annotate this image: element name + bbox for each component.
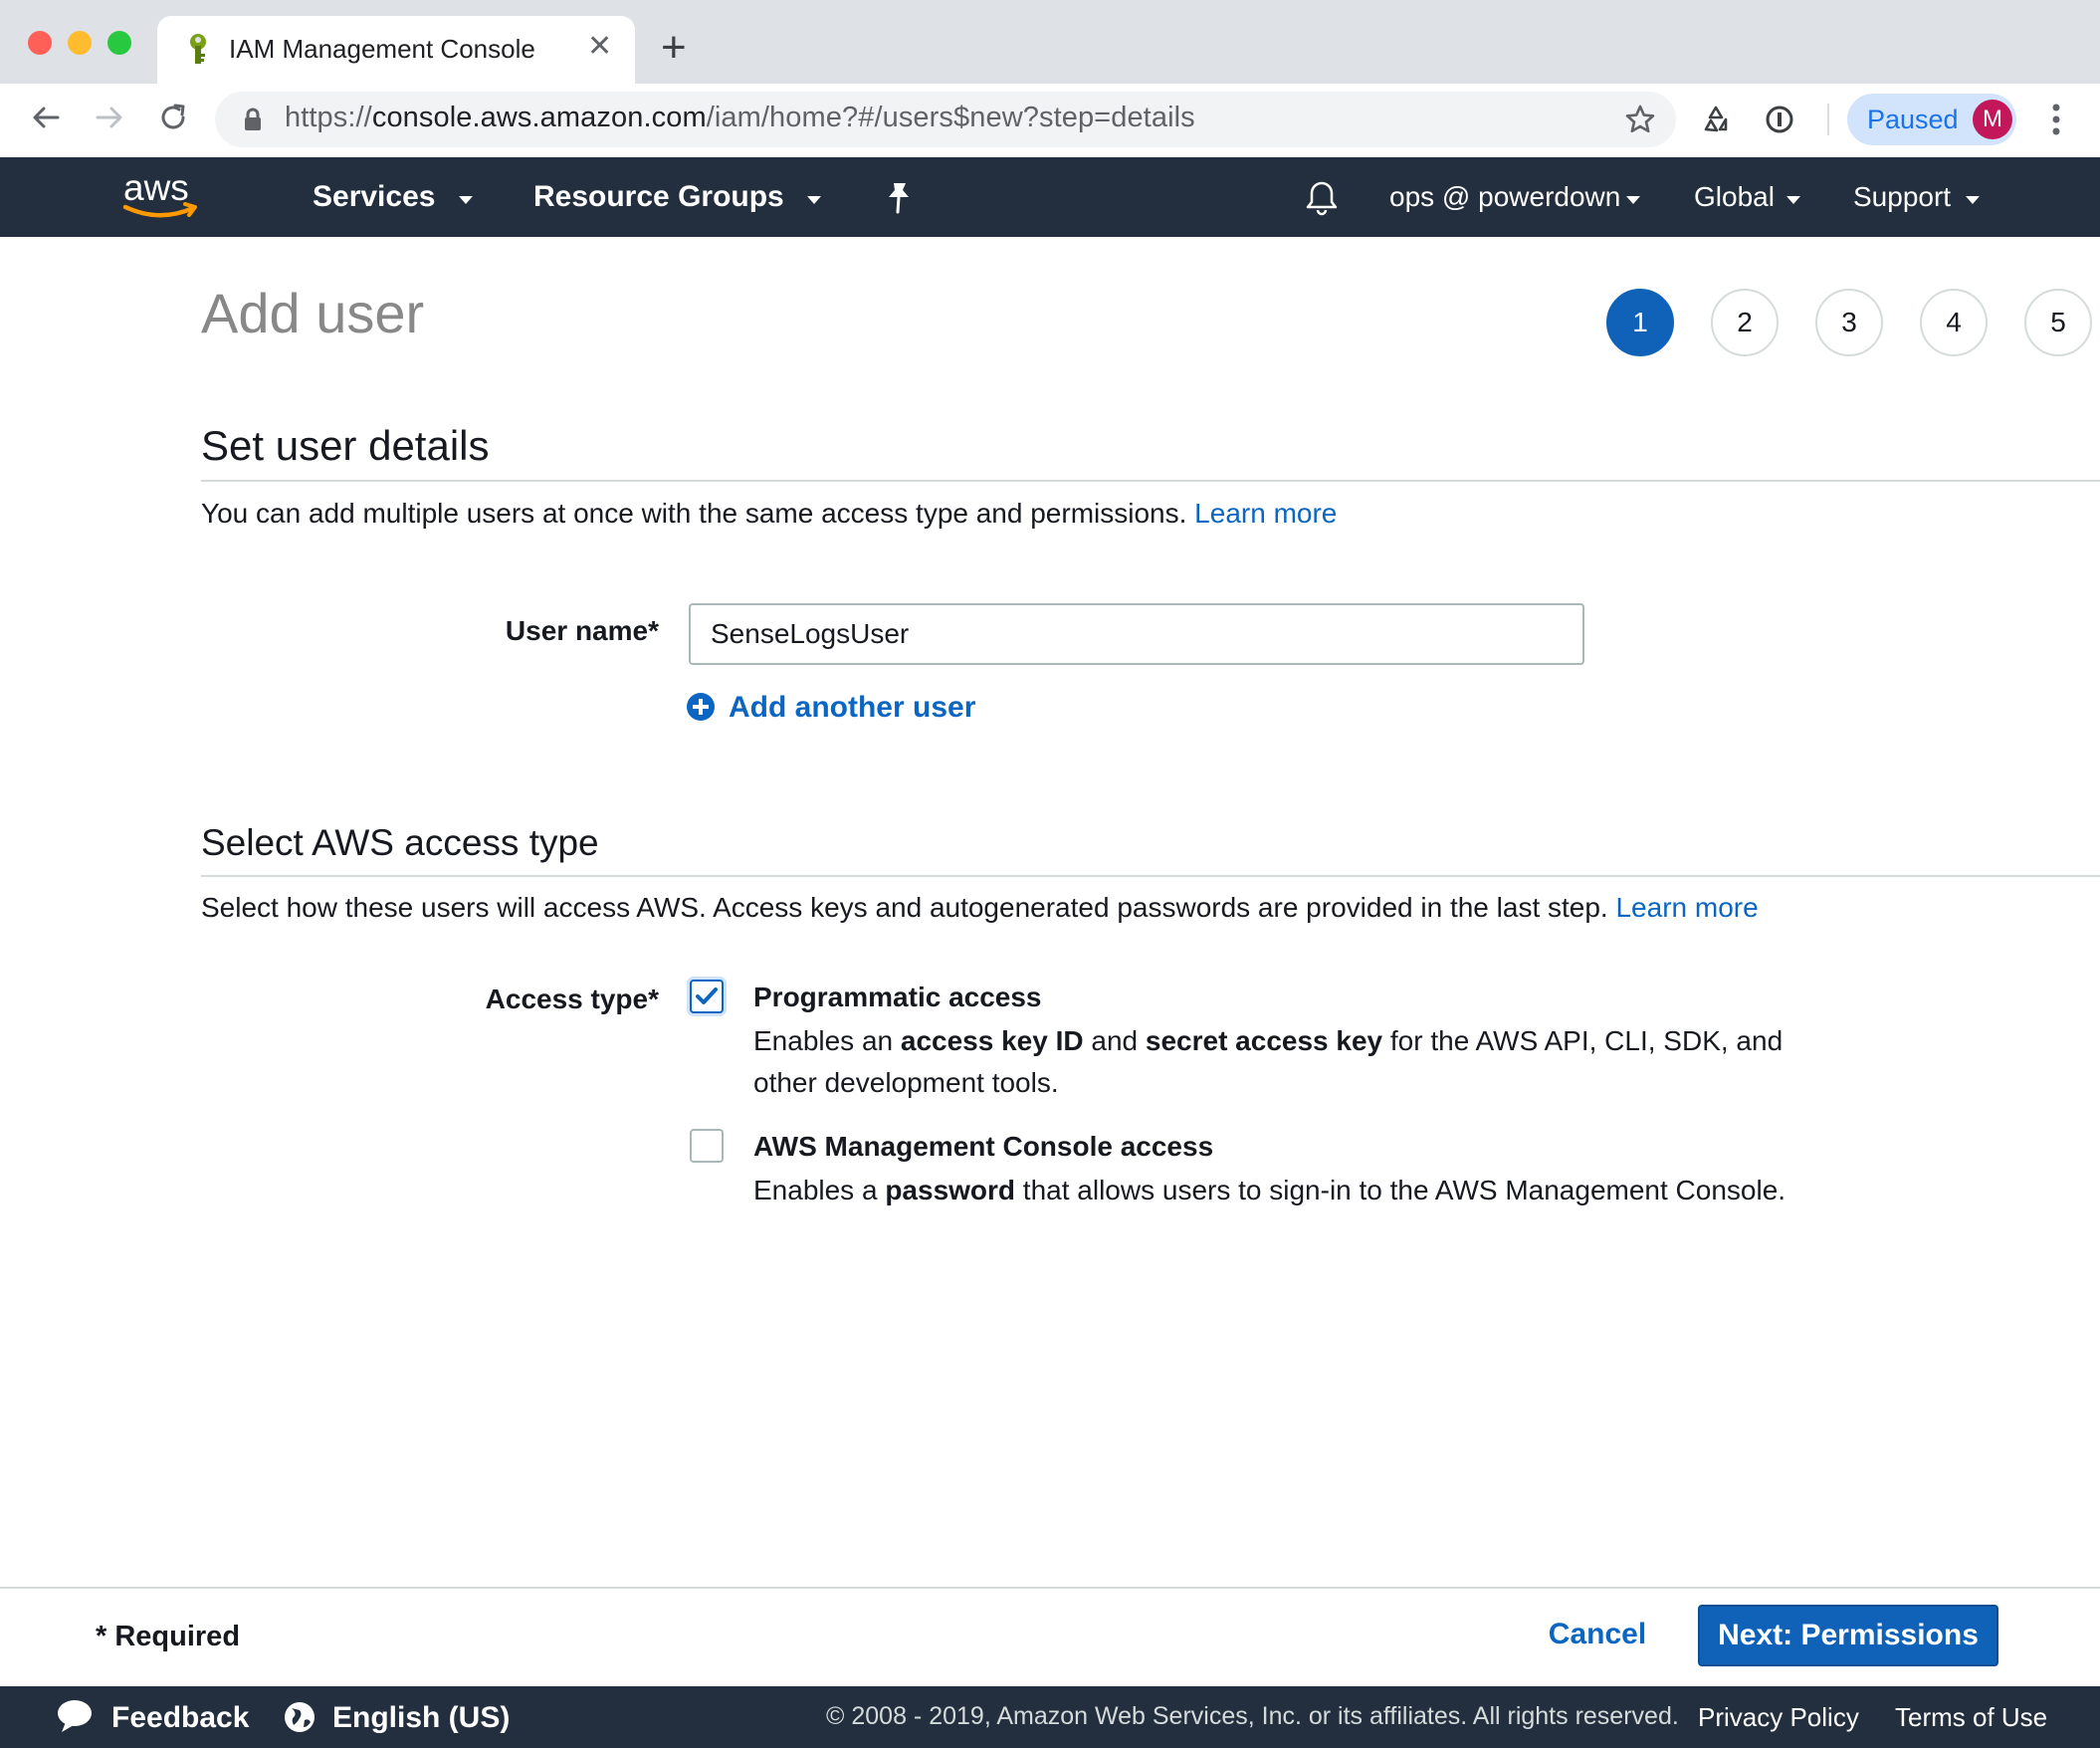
wizard-step-4[interactable]: 4 xyxy=(1920,289,1988,356)
section-divider xyxy=(201,875,2100,877)
wizard-step-3[interactable]: 3 xyxy=(1815,289,1883,356)
section-heading-user-details: Set user details xyxy=(201,422,490,469)
wizard-step-1[interactable]: 1 xyxy=(1606,289,1674,356)
window-close-button[interactable] xyxy=(28,31,52,55)
url-host: console.aws.amazon.com xyxy=(371,102,707,133)
console-access-checkbox[interactable] xyxy=(690,1129,724,1163)
tab-favicon-icon xyxy=(190,34,206,64)
section-heading-access-type: Select AWS access type xyxy=(201,822,599,863)
info-icon[interactable] xyxy=(1764,104,1795,135)
kebab-menu-icon[interactable] xyxy=(2050,102,2062,137)
user-details-description: You can add multiple users at once with … xyxy=(201,498,1337,530)
back-arrow-icon[interactable] xyxy=(28,100,64,135)
window-minimize-button[interactable] xyxy=(68,31,92,55)
pin-icon[interactable] xyxy=(884,181,914,215)
feedback-bubble-icon[interactable] xyxy=(56,1698,94,1734)
profile-status-label: Paused xyxy=(1867,105,1959,134)
svg-text:aws: aws xyxy=(123,167,189,208)
add-circle-icon[interactable] xyxy=(687,693,715,721)
programmatic-access-checkbox[interactable] xyxy=(690,980,724,1013)
username-input[interactable] xyxy=(689,603,1584,665)
forward-arrow-icon[interactable] xyxy=(92,100,127,135)
description-text: Select how these users will access AWS. … xyxy=(201,892,1608,923)
window-zoom-button[interactable] xyxy=(107,31,131,55)
plus-icon[interactable]: + xyxy=(661,26,687,70)
star-icon[interactable] xyxy=(1624,104,1656,135)
access-type-label: Access type* xyxy=(485,983,659,1014)
url-text[interactable]: https://console.aws.amazon.com/iam/home?… xyxy=(285,102,1195,134)
copyright-text: © 2008 - 2019, Amazon Web Services, Inc.… xyxy=(826,1702,1679,1730)
nav-region-menu[interactable]: Global xyxy=(1694,181,1775,213)
aws-logo[interactable]: aws xyxy=(119,167,209,227)
username-label: User name* xyxy=(505,615,659,646)
toolbar-divider xyxy=(1827,104,1829,135)
description-text: You can add multiple users at once with … xyxy=(201,498,1187,529)
close-icon[interactable]: ✕ xyxy=(587,32,612,62)
wizard-step-2[interactable]: 2 xyxy=(1711,289,1779,356)
checkmark-icon xyxy=(696,987,718,1004)
required-note: * Required xyxy=(96,1621,241,1652)
lock-icon[interactable] xyxy=(243,108,263,131)
nav-resource-groups[interactable]: Resource Groups xyxy=(533,180,784,214)
url-scheme: https:// xyxy=(285,102,372,133)
nav-support-menu[interactable]: Support xyxy=(1853,181,1951,213)
section-divider xyxy=(201,480,2100,482)
chevron-down-icon[interactable] xyxy=(1966,196,1980,204)
programmatic-access-description: Enables an access key ID and secret acce… xyxy=(753,1025,1784,1098)
chevron-down-icon[interactable] xyxy=(459,196,473,204)
chevron-down-icon[interactable] xyxy=(807,196,821,204)
chevron-down-icon[interactable] xyxy=(1786,196,1800,204)
footer-divider xyxy=(0,1587,2100,1589)
recycle-icon[interactable] xyxy=(1700,104,1732,135)
privacy-policy-link[interactable]: Privacy Policy xyxy=(1698,1702,1859,1733)
next-permissions-button[interactable]: Next: Permissions xyxy=(1698,1605,1998,1666)
tab-title: IAM Management Console xyxy=(229,34,535,64)
bell-icon[interactable] xyxy=(1304,179,1340,217)
nav-account-menu[interactable]: ops @ powerdown xyxy=(1389,181,1620,213)
chevron-down-icon[interactable] xyxy=(1626,196,1640,204)
add-another-user-link[interactable]: Add another user xyxy=(729,691,975,725)
console-access-description: Enables a password that allows users to … xyxy=(753,1175,1786,1205)
learn-more-link[interactable]: Learn more xyxy=(1615,892,1758,923)
avatar[interactable]: M xyxy=(1973,100,2012,139)
access-type-description: Select how these users will access AWS. … xyxy=(201,892,1759,924)
cancel-button[interactable]: Cancel xyxy=(1533,1605,1662,1664)
programmatic-access-title[interactable]: Programmatic access xyxy=(753,982,1042,1013)
reload-icon[interactable] xyxy=(155,100,191,135)
globe-icon[interactable] xyxy=(283,1700,316,1734)
page-title: Add user xyxy=(201,282,425,344)
terms-of-use-link[interactable]: Terms of Use xyxy=(1895,1702,2047,1733)
console-access-title[interactable]: AWS Management Console access xyxy=(753,1131,1213,1163)
url-path: /iam/home?#/users$new?step=details xyxy=(706,102,1195,133)
language-selector[interactable]: English (US) xyxy=(332,1701,510,1735)
feedback-link[interactable]: Feedback xyxy=(111,1701,249,1735)
nav-services[interactable]: Services xyxy=(313,180,435,214)
learn-more-link[interactable]: Learn more xyxy=(1194,498,1337,529)
wizard-step-5[interactable]: 5 xyxy=(2024,289,2092,356)
